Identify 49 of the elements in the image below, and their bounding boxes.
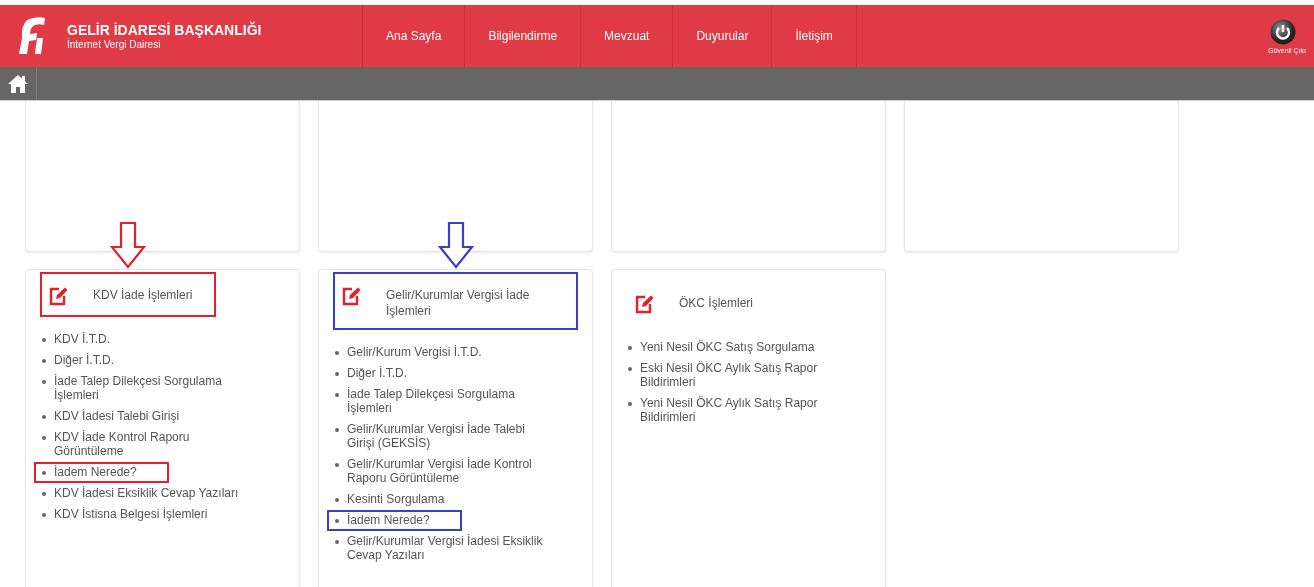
- bullet: [42, 471, 46, 475]
- menu-link[interactable]: Eski Nesil ÖKC Aylık Satış Rapor Bildirimleri: [640, 361, 848, 389]
- edit-icon: [48, 286, 68, 306]
- menu-link[interactable]: KDV İ.T.D.: [54, 332, 110, 346]
- bullet: [628, 367, 632, 371]
- power-icon: [1270, 18, 1296, 45]
- menu-link[interactable]: KDV İstisna Belgesi İşlemleri: [54, 507, 208, 521]
- bullet: [335, 519, 339, 523]
- menu-link[interactable]: İade Talep Dilekçesi Sorgulama İşlemleri: [347, 387, 555, 415]
- bullet: [335, 351, 339, 355]
- bullet: [628, 402, 632, 406]
- site-title: GELİR İDARESİ BAŞKANLIĞI: [67, 21, 262, 38]
- home-icon: [7, 73, 29, 94]
- site-subtitle: İnternet Vergi Dairesi: [67, 39, 162, 51]
- card-title: Gelir/Kurumlar Vergisi İade İşlemleri: [386, 287, 531, 319]
- bullet: [335, 428, 339, 432]
- bullet: [335, 372, 339, 376]
- menu-link[interactable]: Diğer İ.T.D.: [347, 366, 407, 380]
- bullet: [42, 436, 46, 440]
- menu-link[interactable]: Gelir/Kurumlar Vergisi İadesi Eksiklik Cevap Yazıları: [347, 534, 555, 562]
- menu-link[interactable]: İade Talep Dilekçesi Sorgulama İşlemleri: [54, 374, 262, 402]
- menu-link[interactable]: Yeni Nesil ÖKC Satış Sorgulama: [640, 340, 815, 354]
- menu-link[interactable]: Diğer İ.T.D.: [54, 353, 114, 367]
- bullet: [335, 393, 339, 397]
- bullet: [335, 498, 339, 502]
- bullet: [42, 359, 46, 363]
- bullet: [42, 492, 46, 496]
- edit-icon: [634, 294, 654, 314]
- menu-link[interactable]: KDV İadesi Talebi Girişi: [54, 409, 180, 423]
- bullet: [42, 380, 46, 384]
- logo-icon: [17, 16, 47, 56]
- bullet: [628, 346, 632, 350]
- menu-link[interactable]: Yeni Nesil ÖKC Aylık Satış Rapor Bildirimleri: [640, 396, 848, 424]
- menu-link[interactable]: Gelir/Kurumlar Vergisi İade Kontrol Raporu Görüntüleme: [347, 457, 555, 485]
- bullet: [335, 463, 339, 467]
- menu-link[interactable]: Kesinti Sorgulama: [347, 492, 445, 506]
- menu-link[interactable]: Gelir/Kurumlar Vergisi İade Talebi Girişi (GEKSİS): [347, 422, 555, 450]
- bullet: [42, 415, 46, 419]
- bullet: [42, 513, 46, 517]
- menu-link[interactable]: Gelir/Kurum Vergisi İ.T.D.: [347, 345, 482, 359]
- bullet: [42, 338, 46, 342]
- menu-link[interactable]: KDV İade Kontrol Raporu Görüntüleme: [54, 430, 262, 458]
- menu-link[interactable]: İadem Nerede?: [54, 465, 137, 479]
- edit-icon: [341, 286, 361, 306]
- card-title: KDV İade İşlemleri: [93, 287, 193, 303]
- bullet: [335, 540, 339, 544]
- card-title: ÖKC İşlemleri: [679, 295, 753, 311]
- menu-link[interactable]: İadem Nerede?: [347, 513, 430, 527]
- menu-link[interactable]: KDV İadesi Eksiklik Cevap Yazıları: [54, 486, 239, 500]
